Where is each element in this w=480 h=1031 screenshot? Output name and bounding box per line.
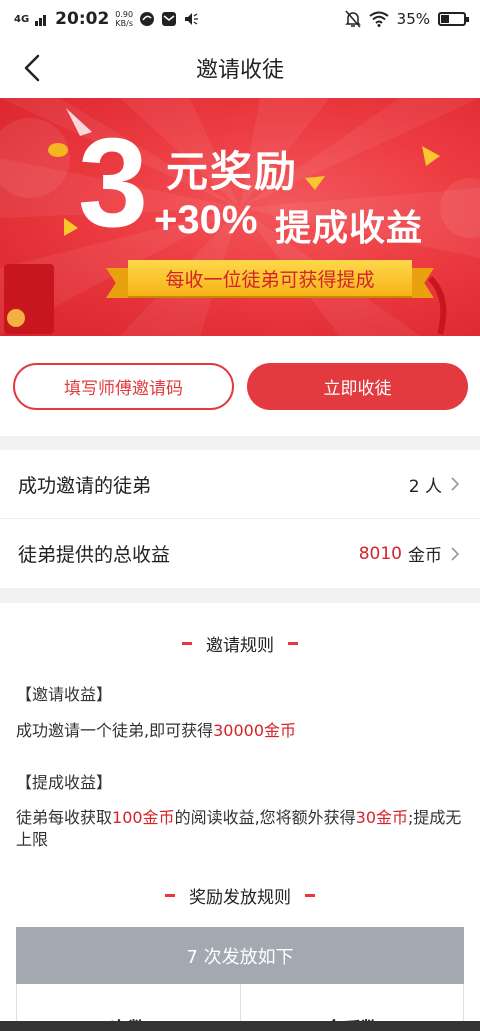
invited-disciples-value-group: 2 人 [409, 472, 462, 497]
speed-value: 0.90 [115, 10, 134, 19]
banner-amount: 3 [78, 112, 149, 253]
title-dash-left [165, 894, 175, 897]
payout-rules-title: 奖励发放规则 [0, 883, 480, 908]
invite-now-button[interactable]: 立即收徒 [247, 363, 468, 410]
battery-fill [441, 15, 449, 23]
invite-rules-title-text: 邀请规则 [206, 636, 274, 656]
ribbon-text: 每收一位徒弟可获得提成 [165, 268, 375, 291]
total-earnings-value-group: 8010 金币 [359, 541, 462, 566]
invite-earnings-prefix: 成功邀请一个徒弟,即可获得 [16, 721, 214, 740]
payout-rules-title-text: 奖励发放规则 [189, 888, 291, 908]
volume-icon [185, 13, 199, 25]
status-left: 4G 20:02 0.90 KB/s [14, 9, 199, 29]
mute-bell-icon [344, 10, 361, 28]
title-dash-right [288, 642, 298, 645]
banner-bonus-text: 提成收益 [275, 208, 424, 249]
status-time: 20:02 [55, 9, 110, 29]
commission-part-2: 的阅读收益,您将额外获得 [174, 808, 356, 827]
invited-disciples-row[interactable]: 成功邀请的徒弟 2 人 [0, 450, 480, 519]
bottom-strip [0, 1021, 480, 1031]
network-indicator: 4G [14, 13, 30, 25]
chevron-right-icon [451, 546, 460, 561]
wifi-icon [369, 11, 389, 27]
total-earnings-value: 8010 [358, 543, 402, 564]
action-buttons: 填写师傅邀请码 立即收徒 [0, 336, 480, 436]
total-earnings-label: 徒弟提供的总收益 [18, 544, 171, 566]
commission-amount-2: 30金币 [355, 808, 409, 827]
signal-icon [35, 15, 47, 26]
page-title: 邀请收徒 [195, 58, 284, 83]
stats-list: 成功邀请的徒弟 2 人 徒弟提供的总收益 8010 金币 [0, 450, 480, 588]
title-dash-left [182, 642, 192, 645]
nav-bar: 邀请收徒 [0, 38, 480, 98]
promo-banner[interactable]: 3 元奖励 +30% 提成收益 每收一位徒弟可获得提成 [0, 98, 480, 336]
invite-earnings-amount: 30000金币 [213, 721, 296, 740]
banner-ribbon: 每收一位徒弟可获得提成 [128, 260, 412, 296]
battery-percent: 35% [396, 10, 430, 28]
payout-table-header: 7 次发放如下 [16, 927, 464, 984]
fill-invite-code-label: 填写师傅邀请码 [64, 379, 183, 399]
status-bar: 4G 20:02 0.90 KB/s 35% [0, 0, 480, 38]
rules-section: 邀请规则 【邀请收益】 成功邀请一个徒弟,即可获得30000金币 【提成收益】 … [0, 603, 480, 1031]
banner-reward-text: 元奖励 [166, 147, 299, 196]
invite-now-label: 立即收徒 [323, 379, 392, 399]
chevron-right-icon [451, 477, 460, 491]
total-earnings-row[interactable]: 徒弟提供的总收益 8010 金币 [0, 519, 480, 588]
commission-text: 徒弟每收获取100金币的阅读收益,您将额外获得30金币;提成无上限 [16, 807, 468, 851]
status-right: 35% [344, 10, 469, 28]
fill-invite-code-button[interactable]: 填写师傅邀请码 [13, 363, 234, 410]
app-notification-icon [140, 12, 155, 26]
invite-earnings-text: 成功邀请一个徒弟,即可获得30000金币 [16, 720, 468, 742]
network-speed: 0.90 KB/s [115, 10, 133, 28]
payout-table-header-text: 7 次发放如下 [186, 946, 294, 968]
commission-part-1: 徒弟每收获取 [16, 808, 113, 827]
invite-earnings-heading: 【邀请收益】 [16, 685, 113, 704]
banner-bonus-percent: +30% [154, 198, 258, 242]
speed-unit: KB/s [115, 19, 133, 28]
battery-icon [438, 12, 469, 26]
commission-amount-1: 100金币 [112, 808, 175, 827]
invited-disciples-label: 成功邀请的徒弟 [18, 474, 152, 497]
back-arrow-icon[interactable] [18, 52, 50, 84]
invited-disciples-value: 2 人 [408, 476, 442, 497]
mail-icon [162, 12, 177, 26]
total-earnings-unit: 金币 [408, 546, 442, 566]
title-dash-right [305, 894, 315, 897]
invite-rules-title: 邀请规则 [0, 631, 480, 656]
commission-heading: 【提成收益】 [16, 773, 113, 792]
